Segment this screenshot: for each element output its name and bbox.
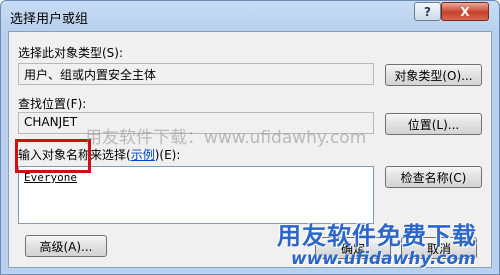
help-button[interactable]: ? [414,2,441,21]
watermark-url: www.ufidawhy.com [291,249,476,269]
close-button[interactable]: X [441,2,489,21]
close-icon: X [460,4,470,19]
title-bar: 选择用户或组 ? X [1,1,499,31]
location-value: CHANJET [24,115,78,129]
window-title: 选择用户或组 [10,12,89,27]
object-type-label: 选择此对象类型(S): [18,46,124,60]
object-type-value: 用户、组或内置安全主体 [24,68,157,82]
examples-link[interactable]: 示例 [131,148,155,162]
object-types-button[interactable]: 对象类型(O)... [385,64,482,86]
object-types-button-label: 对象类型(O)... [394,68,473,83]
watermark-center: 用友软件下载：www.ufidawhy.com [85,128,367,148]
check-names-button-label: 检查名称(C) [400,170,467,185]
locations-button[interactable]: 位置(L)... [385,113,482,135]
question-mark-icon: ? [424,4,431,19]
check-names-button[interactable]: 检查名称(C) [385,166,482,188]
location-label: 查找位置(F): [18,97,87,111]
highlight-box [15,139,91,173]
advanced-button[interactable]: 高级(A)... [25,235,107,257]
advanced-button-label: 高级(A)... [39,239,93,254]
object-names-label-suffix: )(E): [154,148,181,162]
locations-button-label: 位置(L)... [407,117,460,132]
object-type-field: 用户、组或内置安全主体 [18,63,374,85]
watermark-brand: 用友软件免费下载 [277,222,477,250]
select-users-dialog: 选择用户或组 ? X 选择此对象类型(S): 用户、组或内置安全主体 对象类型(… [0,0,500,275]
